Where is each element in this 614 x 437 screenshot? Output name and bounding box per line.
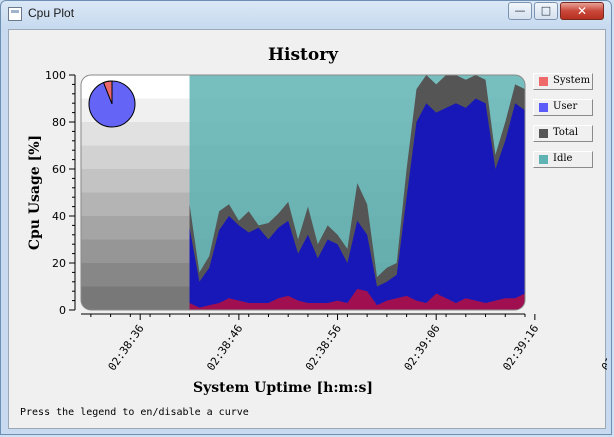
app-icon [8,7,22,21]
cpu-plot: 0 20 40 60 80 100 Cpu Usage [%] 02:38:36 02:38:4… [27,69,607,396]
legend-label: System [553,75,591,86]
y-tick-label: 20 [52,257,66,270]
legend-item-total[interactable]: Total [533,125,593,142]
y-tick-label: 80 [52,116,66,129]
app-window: Cpu Plot — □ ✕ History 0 20 40 60 80 100 Cpu U… [0,0,612,435]
legend-swatch [539,155,548,164]
legend-item-user[interactable]: User [533,99,593,116]
maximize-button[interactable]: □ [534,2,558,20]
x-tick-label: 02:38:56 [303,322,344,373]
x-tick-label: 02:39:06 [402,322,443,373]
title-bar[interactable]: Cpu Plot — □ ✕ [1,1,611,27]
y-tick-label: 0 [59,304,66,317]
x-tick-label: 02:39:26 [599,322,607,373]
legend-label: Total [553,127,579,138]
legend-item-idle[interactable]: Idle [533,151,593,168]
x-tick-label: 02:38:46 [204,322,245,373]
x-axis-label: System Uptime [h:m:s] [193,380,373,396]
legend-swatch [539,77,548,86]
minimize-button[interactable]: — [508,2,532,20]
y-tick-label: 40 [52,210,66,223]
legend-label: Idle [553,153,573,164]
plot-client-area: History 0 20 40 60 80 100 Cpu Usage [%] 02:38:3… [8,29,607,429]
window-title: Cpu Plot [28,6,75,20]
legend-swatch [539,103,548,112]
y-tick-label: 60 [52,163,66,176]
legend-item-system[interactable]: System [533,73,593,90]
legend-swatch [539,129,548,138]
x-tick-label: 02:39:16 [500,322,541,373]
status-message: Press the legend to en/disable a curve [20,407,249,418]
legend-label: User [553,101,578,112]
close-button[interactable]: ✕ [560,2,604,20]
y-tick-label: 100 [45,69,66,82]
y-axis-label: Cpu Usage [%] [27,135,43,250]
plot-canvas [81,75,525,310]
x-tick-label: 02:38:36 [106,322,147,373]
